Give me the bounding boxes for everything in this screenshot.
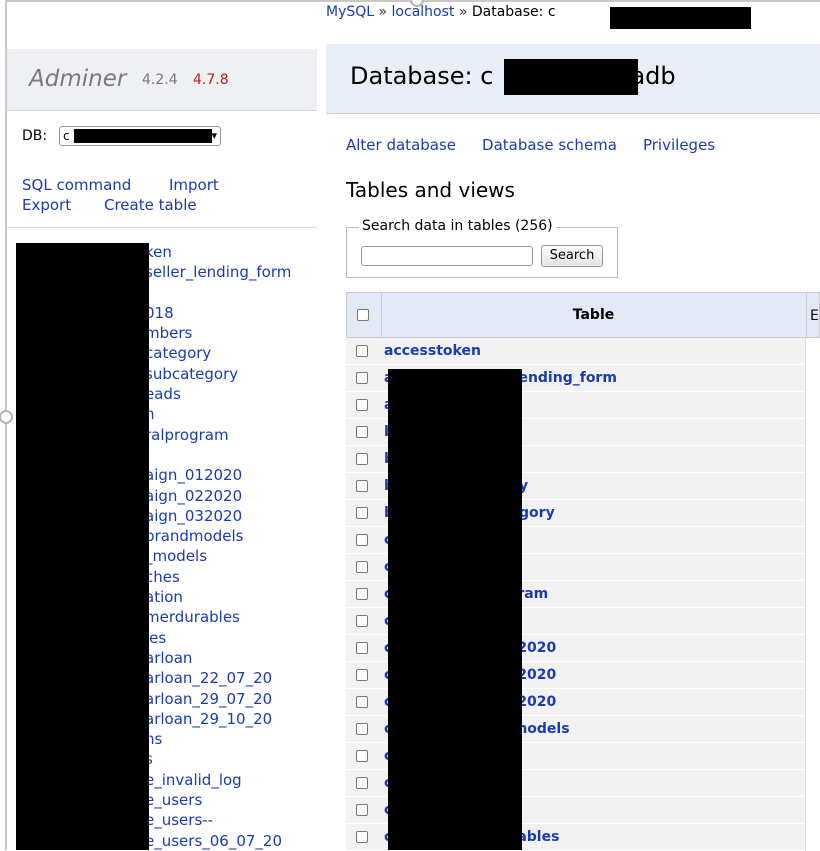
select-all-checkbox[interactable] [357,309,369,321]
tables-heading: Tables and views [346,178,515,202]
redaction-block [504,59,638,95]
engine-cell [805,338,820,365]
table-name-end: ending_form [518,370,617,386]
page-title-prefix: Database: c [350,62,494,90]
header-check-cell [347,293,382,337]
database-schema-link[interactable]: Database schema [482,136,617,154]
engine-cell [805,446,820,473]
search-legend: Search data in tables (256) [359,218,556,234]
redaction-block [16,243,149,850]
row-checkbox[interactable] [356,345,368,357]
engine-cell [805,527,820,554]
create-table-link[interactable]: Create table [104,196,197,214]
engine-cell [805,662,820,689]
row-checkbox[interactable] [356,777,368,789]
row-checkbox[interactable] [356,534,368,546]
row-checkbox[interactable] [356,804,368,816]
engine-cell [805,581,820,608]
table-name-end: nodels [517,721,570,737]
privileges-link[interactable]: Privileges [643,136,715,154]
import-link[interactable]: Import [169,176,219,194]
adminer-brand-header: Adminer 4.2.4 4.7.8 [7,49,317,111]
sidebar-divider [7,227,317,228]
row-checkbox[interactable] [356,615,368,627]
row-checkbox[interactable] [356,453,368,465]
table-name-end: 2020 [517,694,557,710]
table-name-end: gory [519,505,555,521]
adminer-logo-link[interactable]: Adminer [29,66,126,92]
engine-cell [805,554,820,581]
table-name-start: accesstoken [384,343,481,359]
engine-cell [805,419,820,446]
row-checkbox[interactable] [356,426,368,438]
database-actions: Alter database Database schema Privileges [346,136,741,154]
adminer-version: 4.2.4 [142,72,178,88]
table-name-end: 2020 [517,667,557,683]
column-header-table[interactable]: Table [381,307,806,323]
engine-cell [805,473,820,500]
engine-cell [805,770,820,797]
search-fieldset: Search data in tables (256) Search [346,218,618,278]
sql-command-link[interactable]: SQL command [22,176,131,194]
db-label: DB: [22,128,48,144]
row-checkbox[interactable] [356,561,368,573]
engine-cell [805,689,820,716]
row-checkbox[interactable] [356,507,368,519]
export-link[interactable]: Export [22,196,71,214]
engine-cell [805,365,820,392]
redaction-block [388,369,522,850]
row-checkbox[interactable] [356,372,368,384]
row-checkbox[interactable] [356,588,368,600]
table-name-end: ables [517,829,560,845]
main-content: Database: c adb Alter database Database sc… [326,0,820,851]
redaction-block [74,129,212,143]
row-checkbox[interactable] [356,723,368,735]
table-header-row: Table E [346,292,820,338]
column-header-engine[interactable]: E [806,293,820,337]
row-checkbox[interactable] [356,480,368,492]
search-input[interactable] [361,246,533,266]
chevron-down-icon: ▾ [211,129,217,142]
engine-cell [805,743,820,770]
table-name-link[interactable]: accesstoken [384,343,481,359]
engine-cell [805,392,820,419]
engine-cell [805,635,820,662]
row-checkbox[interactable] [356,399,368,411]
alter-database-link[interactable]: Alter database [346,136,456,154]
table-row: accesstoken [346,338,820,365]
row-checkbox[interactable] [356,642,368,654]
table-name-end: 2020 [517,640,557,656]
db-select-value: c [63,129,70,143]
row-checkbox[interactable] [356,669,368,681]
engine-cell [805,824,820,851]
engine-cell [805,608,820,635]
row-checkbox[interactable] [356,750,368,762]
engine-cell [805,716,820,743]
sidebar: Adminer 4.2.4 4.7.8 DB: c ▾ SQL command … [7,0,317,850]
engine-cell [805,500,820,527]
row-checkbox[interactable] [356,831,368,843]
engine-cell [805,797,820,824]
row-checkbox[interactable] [356,696,368,708]
search-button[interactable]: Search [541,245,603,267]
new-version-link[interactable]: 4.7.8 [193,72,229,88]
